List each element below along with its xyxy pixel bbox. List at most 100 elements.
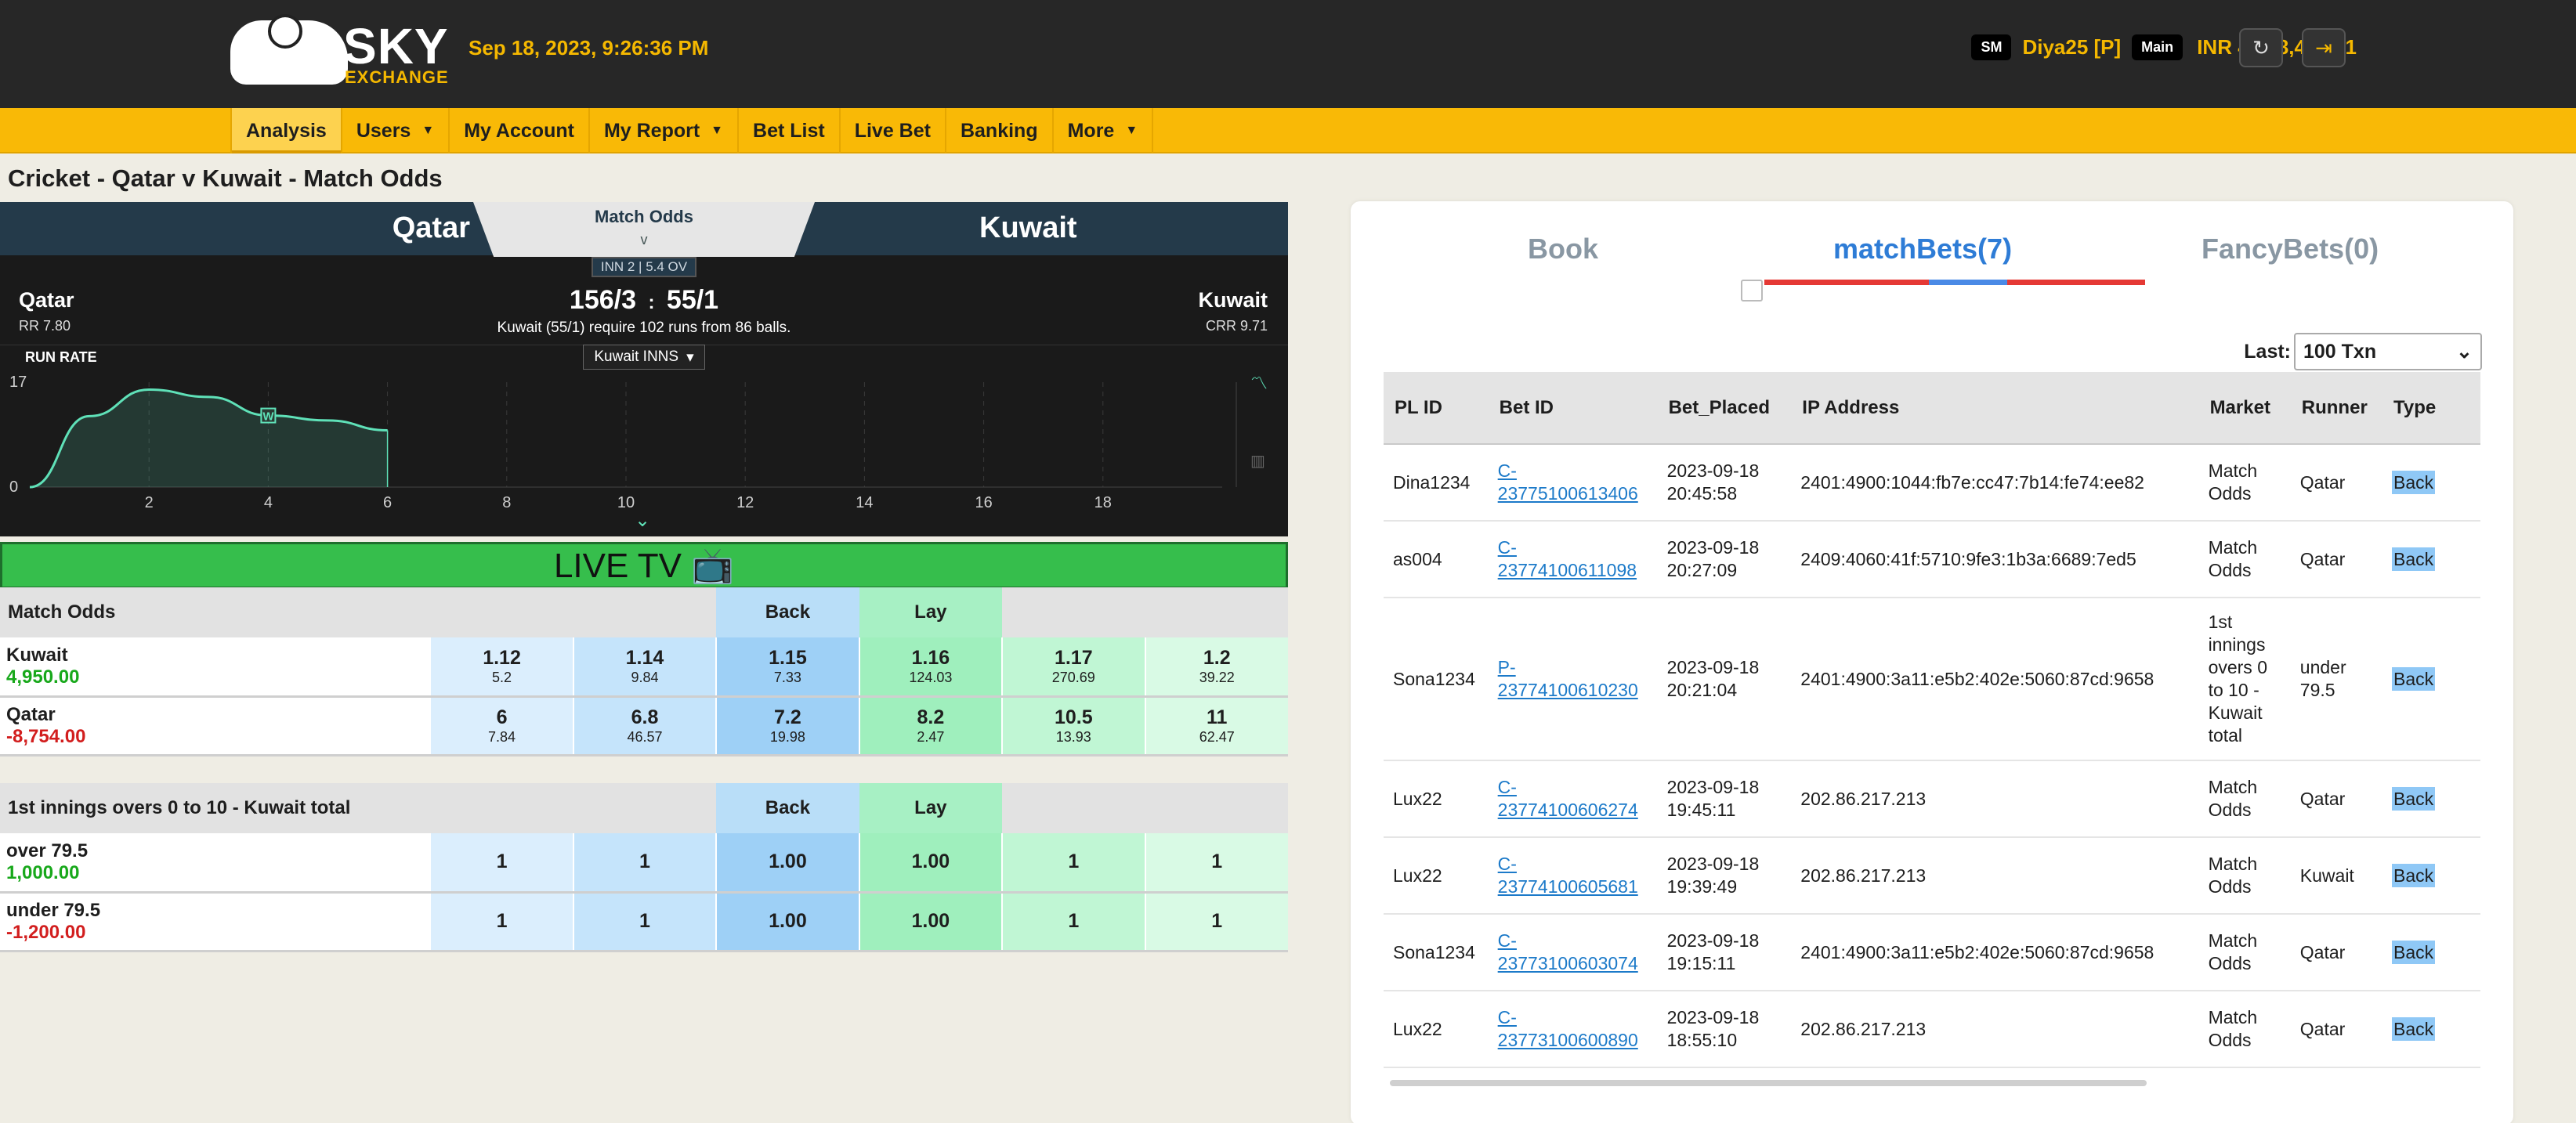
pl-id: Sona1234 bbox=[1384, 914, 1489, 991]
column-header[interactable]: IP Address bbox=[1791, 372, 2199, 445]
column-header[interactable]: Bet ID bbox=[1488, 372, 1658, 445]
innings-select[interactable]: Kuwait INNS ▾ bbox=[583, 345, 705, 370]
sky-exchange-logo[interactable]: SKY EXCHANGE bbox=[230, 11, 450, 89]
x-tick-label: 12 bbox=[736, 494, 754, 511]
runner-row: over 79.5 1,000.00 1 1 1.00 1.00 1 1 bbox=[0, 833, 1288, 894]
logout-button[interactable]: ⇥ bbox=[2302, 28, 2346, 67]
odds: 1.6 bbox=[2471, 837, 2480, 915]
column-header[interactable]: PL ID bbox=[1384, 372, 1489, 445]
menu-item-label: Bet List bbox=[753, 119, 825, 142]
lay-odds-cell[interactable]: 1.00 bbox=[858, 833, 1003, 894]
odds-price: 10.5 bbox=[1054, 706, 1093, 728]
expand-chevron-icon[interactable]: ⌄ bbox=[635, 509, 650, 532]
menu-item-live-bet[interactable]: Live Bet bbox=[841, 108, 946, 153]
bets-table-wrapper[interactable]: PL ID Bet ID Bet_Placed IP Address Market Run… bbox=[1384, 372, 2480, 1077]
runner-row: under 79.5 -1,200.00 1 1 1.00 1.00 1 1 bbox=[0, 892, 1288, 952]
bet-id-link[interactable]: P-23774100610230 bbox=[1498, 657, 1638, 700]
market-header: Match Odds Back Lay bbox=[0, 587, 1288, 637]
lay-odds-cell[interactable]: 1.2 39.22 bbox=[1144, 637, 1288, 698]
back-odds-cell[interactable]: 1.00 bbox=[715, 833, 859, 894]
odds: 2.3 bbox=[2471, 914, 2480, 991]
lay-odds-cell[interactable]: 1 bbox=[1144, 892, 1288, 952]
bar-chart-icon[interactable]: ▥ bbox=[1250, 451, 1265, 471]
odds-price: 1 bbox=[1211, 850, 1223, 873]
back-odds-cell[interactable]: 1 bbox=[572, 833, 717, 894]
run-rate-area bbox=[30, 389, 388, 487]
bet-id-link[interactable]: C-23774100611098 bbox=[1498, 537, 1637, 580]
refresh-button[interactable]: ↻ bbox=[2239, 28, 2283, 67]
back-odds-cell[interactable]: 1.15 7.33 bbox=[715, 637, 859, 698]
back-odds-cell[interactable]: 6 7.84 bbox=[429, 696, 573, 756]
market: Match Odds bbox=[2198, 914, 2291, 991]
score-separator: : bbox=[648, 292, 655, 313]
wicket-marker-label: W bbox=[262, 410, 274, 424]
column-header[interactable]: Odds bbox=[2471, 372, 2480, 445]
caret-down-icon: ▼ bbox=[711, 124, 724, 137]
bet-type-badge: Back bbox=[2392, 786, 2436, 811]
innings-select-value: Kuwait INNS bbox=[594, 348, 679, 365]
back-odds-cell[interactable]: 1 bbox=[572, 892, 717, 952]
column-header[interactable]: Bet_Placed bbox=[1657, 372, 1792, 445]
odds: 2 bbox=[2471, 598, 2480, 761]
tab-match-bets[interactable]: matchBets(7) bbox=[1833, 233, 2012, 265]
back-odds-cell[interactable]: 1 bbox=[429, 833, 573, 894]
back-odds-cell[interactable]: 1.14 9.84 bbox=[572, 637, 717, 698]
y-tick-label: 0 bbox=[9, 478, 18, 496]
bet-id-link[interactable]: C-23773100600890 bbox=[1498, 1007, 1638, 1050]
toggle-checkbox[interactable] bbox=[1741, 280, 1763, 302]
market-name: 1st innings overs 0 to 10 - Kuwait total bbox=[0, 783, 717, 833]
column-header[interactable]: Type bbox=[2382, 372, 2472, 445]
tab-underline-left bbox=[1764, 280, 1929, 285]
menu-item-bet-list[interactable]: Bet List bbox=[739, 108, 841, 153]
lay-odds-cell[interactable]: 1.17 270.69 bbox=[1001, 637, 1145, 698]
lay-odds-cell[interactable]: 1 bbox=[1001, 833, 1145, 894]
menu-item-my-account[interactable]: My Account bbox=[450, 108, 590, 153]
back-odds-cell[interactable]: 1.00 bbox=[715, 892, 859, 952]
back-odds-cell[interactable]: 1 bbox=[429, 892, 573, 952]
horizontal-scrollbar[interactable] bbox=[1390, 1080, 2147, 1086]
bet-type-badge: Back bbox=[2392, 470, 2436, 494]
back-odds-cell[interactable]: 1.12 5.2 bbox=[429, 637, 573, 698]
runner: under 79.5 bbox=[2290, 598, 2382, 761]
back-odds-cell[interactable]: 7.2 19.98 bbox=[715, 696, 859, 756]
odds: 6 bbox=[2471, 521, 2480, 598]
odds: 5 bbox=[2471, 444, 2480, 522]
runner-position: -1,200.00 bbox=[6, 921, 86, 943]
bet-id-link[interactable]: C-23774100605681 bbox=[1498, 854, 1638, 897]
market: Match Odds bbox=[2198, 444, 2291, 522]
back-odds-cell[interactable]: 6.8 46.57 bbox=[572, 696, 717, 756]
menu-item-banking[interactable]: Banking bbox=[946, 108, 1054, 153]
bet-row: Lux22 C-23773100600890 2023-09-18 18:55:10… bbox=[1384, 991, 2480, 1068]
bet-id-link[interactable]: C-23775100613406 bbox=[1498, 460, 1638, 504]
odds-price: 11 bbox=[1207, 706, 1228, 728]
column-header[interactable]: Market bbox=[2198, 372, 2291, 445]
lay-odds-cell[interactable]: 1 bbox=[1001, 892, 1145, 952]
chevron-down-icon: v bbox=[640, 232, 648, 247]
bet-placed: 2023-09-18 19:15:11 bbox=[1657, 914, 1792, 991]
bet-type-badge: Back bbox=[2392, 547, 2436, 571]
lay-odds-cell[interactable]: 1.16 124.03 bbox=[858, 637, 1003, 698]
bet-id-link[interactable]: C-23774100606274 bbox=[1498, 777, 1638, 820]
lay-odds-cell[interactable]: 11 62.47 bbox=[1144, 696, 1288, 756]
scoreboard: Qatar Kuwait Match Odds v INN 2 | 5.4 OV… bbox=[0, 202, 1288, 536]
tab-fancy-bets[interactable]: FancyBets(0) bbox=[2202, 233, 2379, 265]
lay-odds-cell[interactable]: 1.00 bbox=[858, 892, 1003, 952]
bet-id-link[interactable]: C-23773100603074 bbox=[1498, 930, 1638, 973]
line-chart-icon[interactable]: 〽 bbox=[1250, 370, 1268, 395]
runner: Kuwait bbox=[2290, 837, 2382, 915]
back-header: Back bbox=[716, 587, 859, 637]
column-header[interactable]: Runner bbox=[2290, 372, 2382, 445]
live-tv-button[interactable]: LIVE TV 📺 bbox=[0, 542, 1288, 589]
match-odds-tab[interactable]: Match Odds v bbox=[473, 202, 815, 257]
tab-book[interactable]: Book bbox=[1528, 233, 1598, 265]
menu-item-more[interactable]: More ▼ bbox=[1054, 108, 1154, 153]
last-txn-select[interactable]: 100 Txn ⌄ bbox=[2294, 333, 2482, 370]
runner: Qatar bbox=[2290, 914, 2382, 991]
lay-odds-cell[interactable]: 10.5 13.93 bbox=[1001, 696, 1145, 756]
menu-item-analysis[interactable]: Analysis bbox=[230, 108, 342, 153]
menu-item-users[interactable]: Users ▼ bbox=[342, 108, 450, 153]
caret-down-icon: ▾ bbox=[686, 348, 694, 366]
menu-item-my-report[interactable]: My Report ▼ bbox=[590, 108, 740, 153]
lay-odds-cell[interactable]: 1 bbox=[1144, 833, 1288, 894]
lay-odds-cell[interactable]: 8.2 2.47 bbox=[858, 696, 1003, 756]
